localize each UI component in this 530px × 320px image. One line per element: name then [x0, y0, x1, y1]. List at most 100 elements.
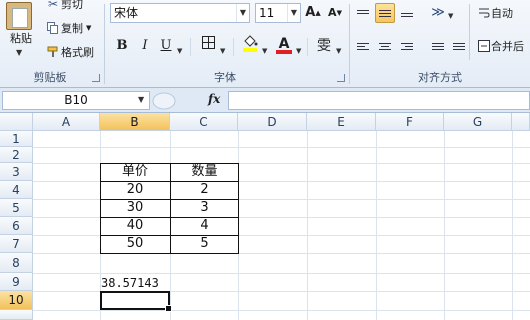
italic-button[interactable]: I	[135, 36, 155, 56]
clipboard-group-label: 剪贴板	[33, 71, 67, 84]
copy-button[interactable]: 复制 ▼	[44, 18, 92, 38]
bottom-align-button[interactable]	[397, 3, 417, 23]
scissors-icon: ✂	[47, 0, 59, 11]
borders-button[interactable]	[198, 36, 218, 56]
name-box-dropdown-icon[interactable]: ▼	[138, 95, 144, 104]
column-header[interactable]	[512, 113, 530, 131]
borders-dropdown-icon[interactable]: ▼	[220, 47, 225, 55]
fill-color-swatch	[243, 48, 257, 52]
decrease-indent-button[interactable]	[428, 36, 448, 56]
wrap-text-button[interactable]: 自动	[476, 3, 514, 23]
paste-button[interactable]: 粘贴 ▼	[0, 0, 40, 66]
table-cell[interactable]: 5	[170, 235, 239, 253]
font-name-dropdown-icon[interactable]: ▼	[236, 4, 249, 22]
gridline	[33, 147, 530, 148]
phonetic-label: 雯	[317, 38, 331, 54]
formula-bar: B10 ▼ fx	[0, 88, 530, 113]
table-cell[interactable]: 30	[100, 199, 170, 217]
paste-dropdown-icon[interactable]: ▼	[16, 48, 22, 57]
column-header[interactable]: B	[100, 113, 170, 131]
column-header[interactable]: G	[444, 113, 512, 131]
merge-center-button[interactable]: 合并后	[476, 36, 525, 56]
phonetic-button[interactable]: 雯	[314, 36, 334, 56]
table-cell[interactable]: 20	[100, 181, 170, 199]
table-cell[interactable]: 40	[100, 217, 170, 235]
fill-color-dropdown-icon[interactable]: ▼	[262, 47, 267, 55]
increase-indent-button[interactable]	[449, 36, 469, 56]
font-size-combo[interactable]: 11 ▼	[255, 3, 301, 23]
gridline	[33, 310, 530, 311]
font-size-dropdown-icon[interactable]: ▼	[287, 4, 300, 22]
clipboard-dialog-launcher-icon[interactable]	[92, 74, 100, 82]
insert-function-icon[interactable]: fx	[208, 92, 220, 106]
row-header[interactable]: 6	[0, 217, 33, 235]
column-header[interactable]: E	[307, 113, 376, 131]
divider	[469, 4, 470, 60]
divider	[233, 38, 234, 56]
result-cell[interactable]: 38.57143	[101, 274, 201, 292]
grow-font-button[interactable]: A▲	[303, 3, 323, 23]
cut-label: 剪切	[61, 0, 83, 11]
select-all-corner[interactable]	[0, 113, 33, 131]
italic-label: I	[142, 38, 148, 53]
align-right-button[interactable]	[397, 36, 417, 56]
orientation-button[interactable]: ≫	[428, 3, 448, 23]
grow-font-label: A	[305, 5, 316, 20]
cut-button[interactable]: ✂ 剪切	[44, 0, 84, 14]
font-color-dropdown-icon[interactable]: ▼	[296, 47, 301, 55]
table-header-cell[interactable]: 单价	[100, 163, 170, 181]
bold-label: B	[116, 38, 128, 53]
active-cell-selection[interactable]	[100, 291, 172, 312]
font-size-value: 11	[259, 6, 275, 20]
table-cell[interactable]: 4	[170, 217, 239, 235]
top-align-button[interactable]	[353, 3, 373, 23]
font-group-label: 字体	[214, 71, 236, 84]
wrap-text-icon	[477, 7, 491, 19]
underline-button[interactable]: U	[156, 36, 176, 56]
align-left-button[interactable]	[353, 36, 373, 56]
orientation-dropdown-icon[interactable]: ▼	[448, 12, 453, 20]
copy-dropdown-icon[interactable]: ▼	[86, 24, 91, 32]
column-header[interactable]: A	[33, 113, 100, 131]
row-header[interactable]	[0, 310, 33, 320]
font-name-combo[interactable]: 宋体 ▼	[110, 3, 250, 23]
divider	[190, 38, 191, 56]
font-color-button[interactable]: A	[274, 34, 294, 54]
column-header[interactable]: D	[238, 113, 307, 131]
bold-button[interactable]: B	[112, 36, 132, 56]
row-header[interactable]: 2	[0, 147, 33, 163]
font-name-value: 宋体	[114, 6, 139, 20]
paste-icon	[6, 2, 32, 30]
underline-label: U	[160, 38, 172, 53]
phonetic-dropdown-icon[interactable]: ▼	[336, 47, 341, 55]
middle-align-button[interactable]	[375, 3, 395, 23]
underline-dropdown-icon[interactable]: ▼	[177, 47, 182, 55]
font-dialog-launcher-icon[interactable]	[337, 74, 345, 82]
column-header[interactable]: F	[376, 113, 444, 131]
align-center-button[interactable]	[375, 36, 395, 56]
table-cell[interactable]: 3	[170, 199, 239, 217]
row-header[interactable]: 9	[0, 273, 33, 291]
row-header[interactable]: 10	[0, 291, 33, 310]
column-header[interactable]: C	[170, 113, 238, 131]
name-box[interactable]: B10	[2, 91, 150, 110]
row-header[interactable]: 8	[0, 253, 33, 273]
font-color-swatch	[276, 50, 292, 54]
row-header[interactable]: 7	[0, 235, 33, 253]
table-header-cell[interactable]: 数量	[170, 163, 239, 181]
fill-color-button[interactable]	[240, 34, 260, 54]
formula-input[interactable]	[228, 91, 530, 110]
row-header[interactable]: 1	[0, 131, 33, 147]
borders-icon	[201, 36, 215, 53]
shrink-font-button[interactable]: A▼	[325, 3, 345, 23]
row-header[interactable]: 5	[0, 199, 33, 217]
row-header[interactable]: 4	[0, 181, 33, 199]
paint-bucket-icon	[242, 35, 258, 56]
paste-label: 粘贴	[10, 32, 32, 45]
copy-icon	[45, 22, 61, 34]
format-painter-button[interactable]: 格式刷	[44, 42, 95, 62]
row-header[interactable]: 3	[0, 163, 33, 181]
table-cell[interactable]: 50	[100, 235, 170, 253]
shrink-font-label: A	[328, 6, 337, 19]
table-cell[interactable]: 2	[170, 181, 239, 199]
